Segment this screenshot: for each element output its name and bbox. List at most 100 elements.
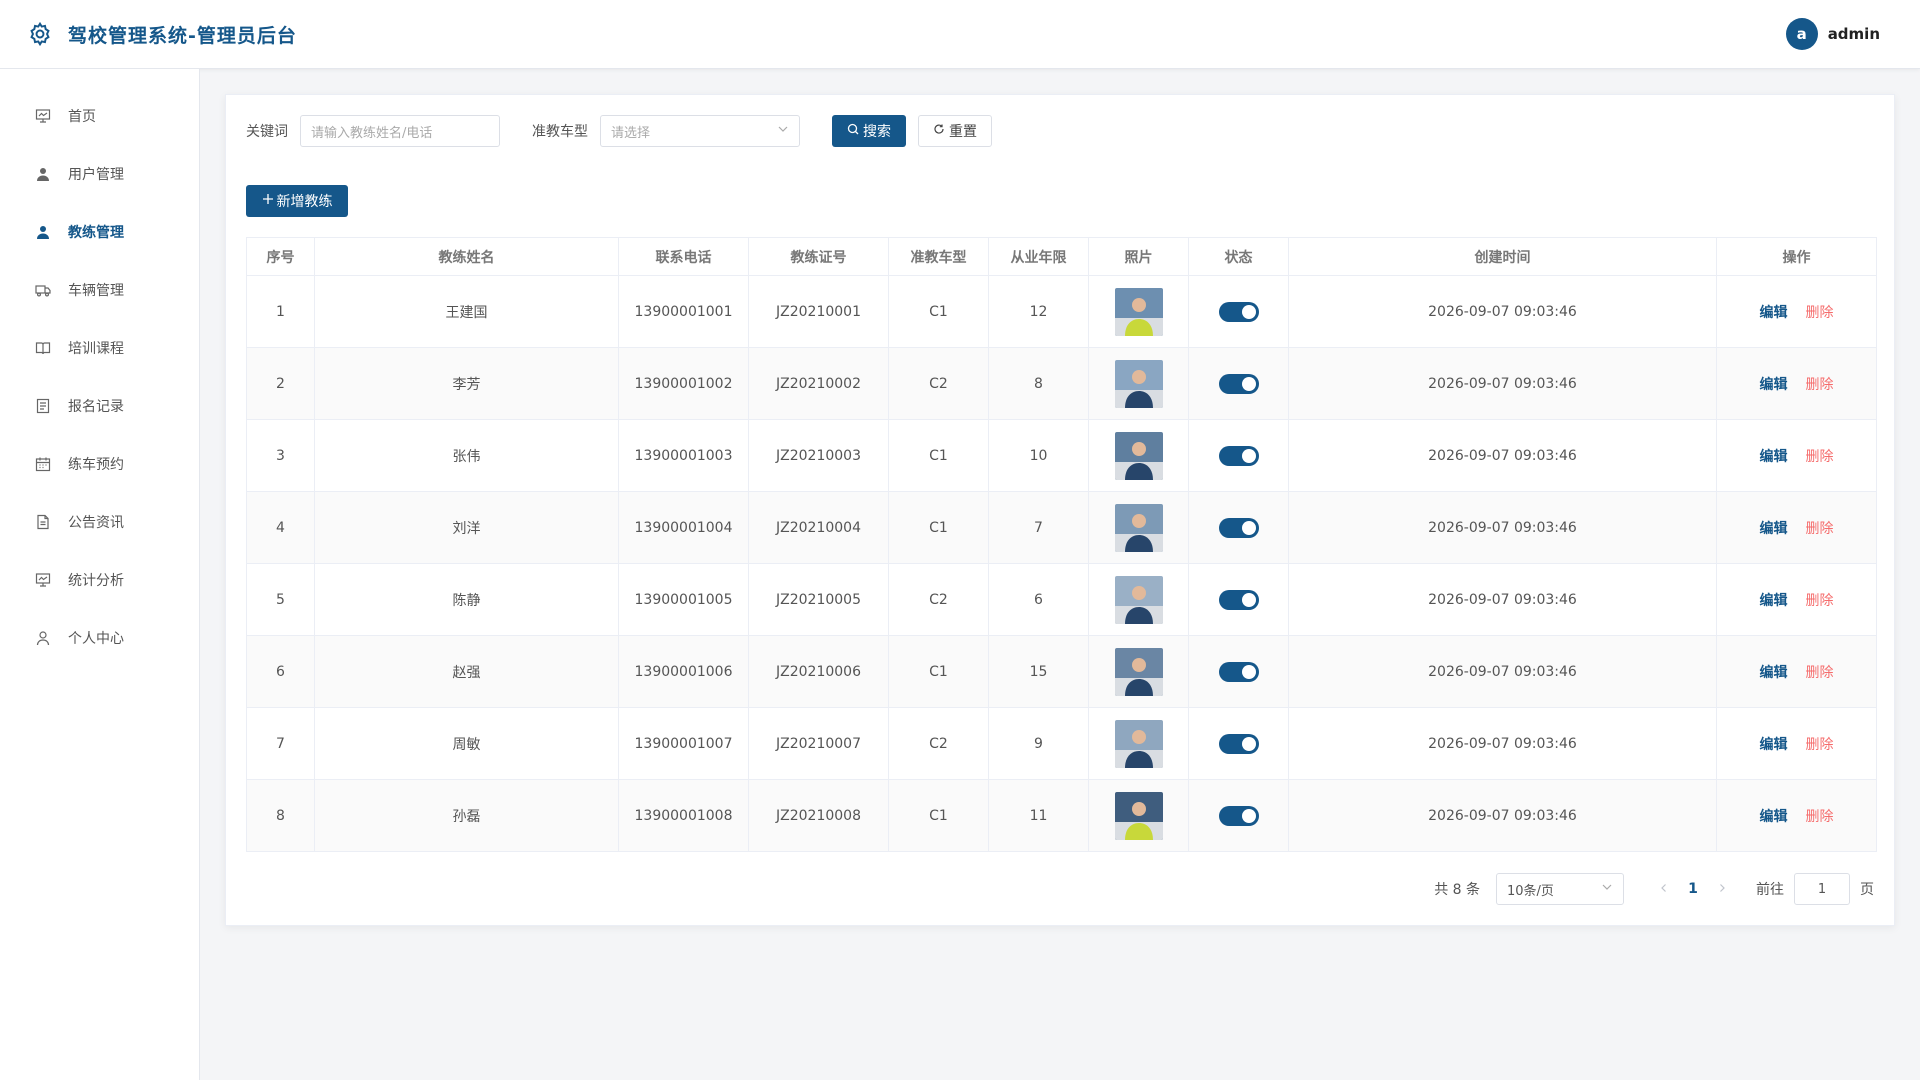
page-size-select[interactable]: 10条/页 xyxy=(1496,873,1624,905)
delete-button[interactable]: 删除 xyxy=(1806,449,1834,465)
edit-button[interactable]: 编辑 xyxy=(1760,521,1788,537)
edit-button[interactable]: 编辑 xyxy=(1760,593,1788,609)
delete-button[interactable]: 删除 xyxy=(1806,593,1834,609)
goto-page-input[interactable]: 1 xyxy=(1794,873,1850,905)
sidebar-item-label: 培训课程 xyxy=(68,341,124,357)
cell-name: 陈静 xyxy=(314,563,619,636)
sidebar-item-0[interactable]: 首页 xyxy=(0,87,199,145)
coach-table: 序号 教练姓名 联系电话 教练证号 准教车型 从业年限 照片 状态 创建时间 操作 1 王建国 139… xyxy=(246,237,1877,852)
username[interactable]: admin xyxy=(1828,25,1880,43)
edit-button[interactable]: 编辑 xyxy=(1760,305,1788,321)
user-icon xyxy=(34,223,52,241)
cell-phone: 13900001007 xyxy=(618,707,749,780)
cell-cert: JZ20210001 xyxy=(748,275,889,348)
status-toggle[interactable] xyxy=(1218,805,1259,826)
cell-photo xyxy=(1088,275,1189,348)
coach-photo[interactable] xyxy=(1114,503,1163,552)
status-toggle[interactable] xyxy=(1218,373,1259,394)
sidebar-item-5[interactable]: 报名记录 xyxy=(0,377,199,435)
search-button[interactable]: 搜索 xyxy=(832,115,906,147)
cell-actions: 编辑 删除 xyxy=(1716,779,1877,852)
monitor-icon xyxy=(34,107,52,125)
sidebar-item-label: 用户管理 xyxy=(68,167,124,183)
column-header: 创建时间 xyxy=(1288,237,1717,276)
user-menu[interactable]: a admin xyxy=(1785,18,1894,50)
cell-cert: JZ20210007 xyxy=(748,707,889,780)
reset-button[interactable]: 重置 xyxy=(918,115,992,147)
cell-phone: 13900001003 xyxy=(618,419,749,492)
delete-button[interactable]: 删除 xyxy=(1806,737,1834,753)
cell-index: 4 xyxy=(246,491,315,564)
column-header: 准教车型 xyxy=(888,237,989,276)
prev-page-button[interactable] xyxy=(1650,881,1678,897)
delete-button[interactable]: 删除 xyxy=(1806,377,1834,393)
delete-button[interactable]: 删除 xyxy=(1806,809,1834,825)
status-toggle[interactable] xyxy=(1218,301,1259,322)
sidebar-item-6[interactable]: 练车预约 xyxy=(0,435,199,493)
delete-button[interactable]: 删除 xyxy=(1806,521,1834,537)
cell-cert: JZ20210008 xyxy=(748,779,889,852)
brand[interactable]: 驾校管理系统-管理员后台 xyxy=(26,20,297,48)
keyword-label: 关键词 xyxy=(246,124,288,140)
delete-button[interactable]: 删除 xyxy=(1806,305,1834,321)
sidebar-item-9[interactable]: 个人中心 xyxy=(0,609,199,667)
cell-created: 2026-09-07 09:03:46 xyxy=(1288,347,1717,420)
edit-button[interactable]: 编辑 xyxy=(1760,665,1788,681)
page-number-1[interactable]: 1 xyxy=(1678,881,1708,897)
coach-photo[interactable] xyxy=(1114,719,1163,768)
status-toggle[interactable] xyxy=(1218,661,1259,682)
coach-photo[interactable] xyxy=(1114,431,1163,480)
reset-button-label: 重置 xyxy=(949,124,977,140)
sidebar-item-4[interactable]: 培训课程 xyxy=(0,319,199,377)
keyword-input[interactable]: 请输入教练姓名/电话 xyxy=(300,115,500,147)
status-toggle[interactable] xyxy=(1218,733,1259,754)
cell-phone: 13900001001 xyxy=(618,275,749,348)
cell-actions: 编辑 删除 xyxy=(1716,347,1877,420)
sidebar-item-7[interactable]: 公告资讯 xyxy=(0,493,199,551)
search-icon xyxy=(847,123,859,139)
cell-index: 8 xyxy=(246,779,315,852)
coach-photo[interactable] xyxy=(1114,287,1163,336)
sidebar-item-8[interactable]: 统计分析 xyxy=(0,551,199,609)
coach-photo[interactable] xyxy=(1114,575,1163,624)
goto-label: 前往 xyxy=(1756,882,1784,898)
cell-created: 2026-09-07 09:03:46 xyxy=(1288,779,1717,852)
car-type-select[interactable]: 请选择 xyxy=(600,115,800,147)
cell-phone: 13900001006 xyxy=(618,635,749,708)
calendar-icon xyxy=(34,455,52,473)
status-toggle[interactable] xyxy=(1218,589,1259,610)
coach-photo[interactable] xyxy=(1114,791,1163,840)
page-suffix: 页 xyxy=(1860,882,1874,898)
pagination: 共 8 条 10条/页 1 前往 1 页 xyxy=(1434,873,1874,905)
status-toggle[interactable] xyxy=(1218,445,1259,466)
delete-button[interactable]: 删除 xyxy=(1806,665,1834,681)
cell-cert: JZ20210006 xyxy=(748,635,889,708)
column-header: 序号 xyxy=(246,237,315,276)
coach-photo[interactable] xyxy=(1114,359,1163,408)
sidebar-item-3[interactable]: 车辆管理 xyxy=(0,261,199,319)
coach-photo[interactable] xyxy=(1114,647,1163,696)
status-toggle[interactable] xyxy=(1218,517,1259,538)
sidebar-item-1[interactable]: 用户管理 xyxy=(0,145,199,203)
chevron-down-icon xyxy=(777,123,789,139)
cell-actions: 编辑 删除 xyxy=(1716,491,1877,564)
sidebar-item-label: 报名记录 xyxy=(68,399,124,415)
edit-button[interactable]: 编辑 xyxy=(1760,737,1788,753)
cell-years: 9 xyxy=(988,707,1089,780)
edit-button[interactable]: 编辑 xyxy=(1760,377,1788,393)
cell-photo xyxy=(1088,707,1189,780)
cell-phone: 13900001008 xyxy=(618,779,749,852)
sidebar-item-2[interactable]: 教练管理 xyxy=(0,203,199,261)
next-page-button[interactable] xyxy=(1708,881,1736,897)
column-header: 照片 xyxy=(1088,237,1189,276)
edit-button[interactable]: 编辑 xyxy=(1760,449,1788,465)
cell-status xyxy=(1188,635,1289,708)
cell-cert: JZ20210005 xyxy=(748,563,889,636)
cell-phone: 13900001002 xyxy=(618,347,749,420)
avatar[interactable]: a xyxy=(1785,18,1818,50)
edit-button[interactable]: 编辑 xyxy=(1760,809,1788,825)
cell-car-type: C1 xyxy=(888,779,989,852)
refresh-icon xyxy=(933,123,945,139)
cell-actions: 编辑 删除 xyxy=(1716,419,1877,492)
add-coach-button[interactable]: 新增教练 xyxy=(246,185,348,217)
